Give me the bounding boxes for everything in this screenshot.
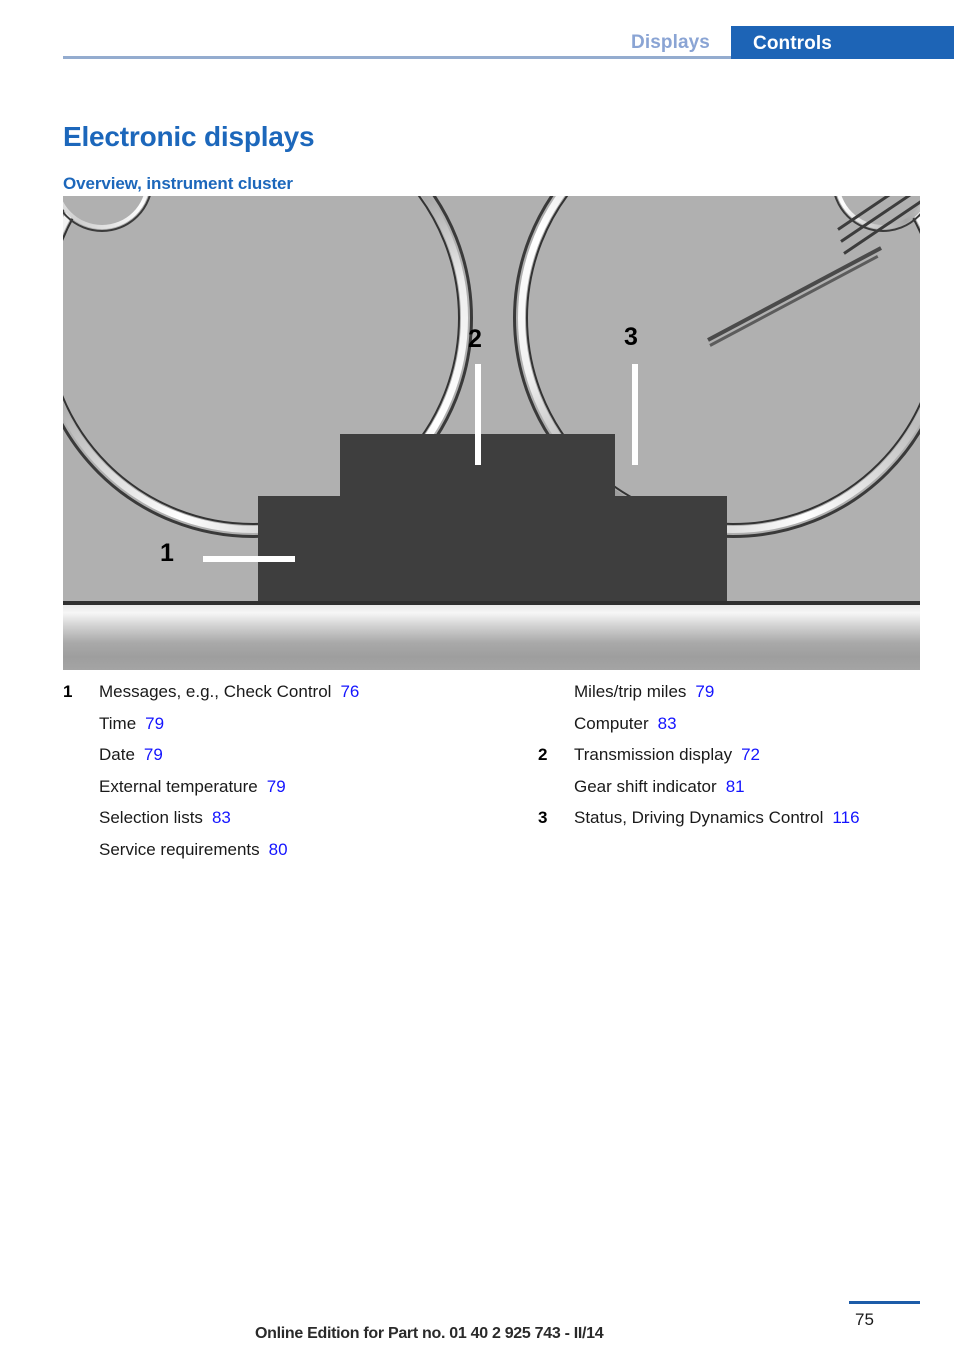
legend-label: External temperature <box>99 776 258 796</box>
tab-controls[interactable]: Controls <box>753 31 832 57</box>
legend-page-reference[interactable]: 116 <box>832 808 859 828</box>
legend-row: Date 79 <box>63 745 483 777</box>
legend-label: Selection lists <box>99 808 203 827</box>
legend-page-reference[interactable]: 83 <box>212 808 231 828</box>
callout-leader-line-1 <box>203 556 295 562</box>
lcd-display-panel <box>258 496 727 602</box>
callout-marker-3: 3 <box>624 323 638 351</box>
legend-page-reference[interactable]: 79 <box>145 714 164 734</box>
legend-page-reference[interactable]: 81 <box>726 777 745 797</box>
edition-note: Online Edition for Part no. 01 40 2 925 … <box>255 1325 604 1342</box>
legend-index: 3 <box>538 808 548 827</box>
legend-label: Time <box>99 713 137 733</box>
legend-row: Selection lists 83 <box>63 808 483 840</box>
instrument-cluster-illustration: 1 2 3 <box>63 196 920 670</box>
page-title: Electronic displays <box>63 120 315 152</box>
header-rule <box>63 56 731 59</box>
legend-label: Messages, e.g., Check Control <box>99 682 332 701</box>
callout-marker-1: 1 <box>160 539 174 567</box>
legend-column-left: 1 Messages, e.g., Check Control 76 Time 79 Da… <box>63 682 483 871</box>
legend-row: Miles/trip miles 79 <box>538 682 954 714</box>
legend-column-right: Miles/trip miles 79 Computer 83 2 Transmissio… <box>538 682 954 840</box>
legend-row: Computer 83 <box>538 714 954 746</box>
cluster-chrome-trim-bar <box>63 605 920 670</box>
legend-label: Transmission display <box>574 745 733 764</box>
callout-leader-line-3 <box>632 364 638 465</box>
legend-row: External temperature 79 <box>63 777 483 809</box>
page-number: 75 <box>855 1310 874 1329</box>
legend-index: 2 <box>538 745 548 764</box>
legend-page-reference[interactable]: 72 <box>741 745 760 765</box>
legend-index: 1 <box>63 682 73 701</box>
section-subtitle: Overview, instrument cluster <box>63 174 293 194</box>
legend-page-reference[interactable]: 83 <box>658 714 677 734</box>
legend-row: Service requirements 80 <box>63 840 483 872</box>
callout-leader-line-2 <box>475 364 481 465</box>
tab-displays[interactable]: Displays <box>631 30 710 56</box>
legend-row: 3 Status, Driving Dynamics Control 116 <box>538 808 954 840</box>
legend-row: 2 Transmission display 72 <box>538 745 954 777</box>
legend-page-reference[interactable]: 80 <box>269 840 288 860</box>
legend-row: Gear shift indicator 81 <box>538 777 954 809</box>
legend-row: 1 Messages, e.g., Check Control 76 <box>63 682 483 714</box>
legend-page-reference[interactable]: 79 <box>144 745 163 765</box>
legend-label: Computer <box>574 713 649 733</box>
legend-label: Status, Driving Dynamics Control <box>574 808 824 827</box>
legend-page-reference[interactable]: 76 <box>340 682 359 702</box>
callout-marker-2: 2 <box>468 325 482 353</box>
legend-label: Date <box>99 745 135 764</box>
legend-page-reference[interactable]: 79 <box>695 682 714 702</box>
legend-label: Gear shift indicator <box>574 776 717 796</box>
footer-rule <box>849 1301 920 1304</box>
legend-label: Miles/trip miles <box>574 682 687 701</box>
legend-page-reference[interactable]: 79 <box>267 777 286 797</box>
page-header: Displays Controls <box>0 0 954 60</box>
legend-label: Service requirements <box>99 839 260 859</box>
legend-row: Time 79 <box>63 714 483 746</box>
